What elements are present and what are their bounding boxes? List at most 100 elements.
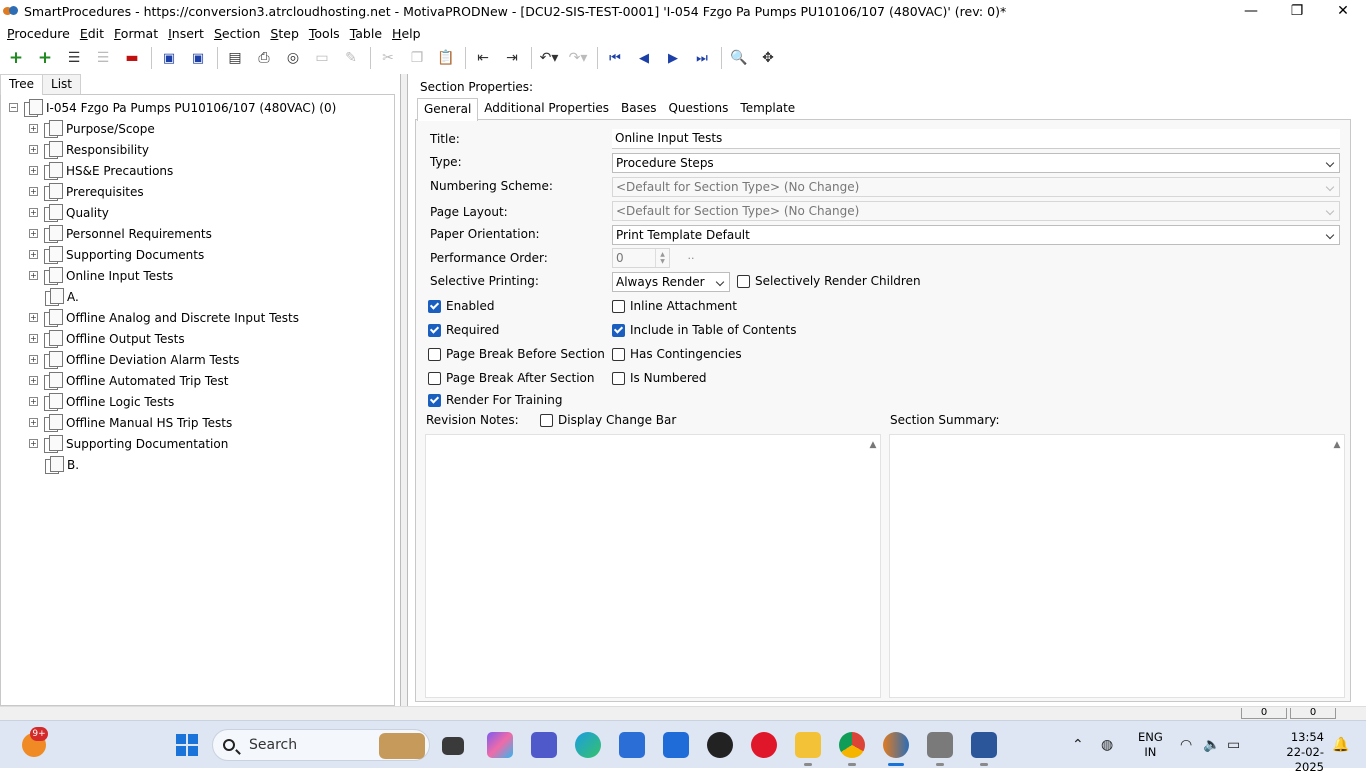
tree-root[interactable]: − I-054 Fzgo Pa Pumps PU10106/107 (480VA… (1, 97, 394, 118)
move-icon[interactable]: ✥ (756, 46, 780, 70)
volume-icon[interactable]: 🔈 (1203, 721, 1220, 769)
tree-node[interactable]: + Offline Manual HS Trip Tests (1, 412, 394, 433)
expand-icon[interactable]: + (29, 418, 38, 427)
find-replace-icon[interactable]: 🔍 (727, 46, 751, 70)
next-icon[interactable]: ▶ (661, 46, 685, 70)
menu-table[interactable]: Table (346, 26, 386, 41)
tab-tree[interactable]: Tree (0, 74, 44, 95)
expand-icon[interactable]: + (29, 313, 38, 322)
selectively-render-children-checkbox[interactable]: Selectively Render Children (737, 274, 921, 288)
display-change-bar-checkbox[interactable]: Display Change Bar (540, 413, 676, 427)
expand-icon[interactable]: + (29, 208, 38, 217)
expand-icon[interactable]: + (29, 376, 38, 385)
performance-order-stepper[interactable]: 0 ▲ ▼ (612, 248, 670, 268)
menu-tools[interactable]: Tools (305, 26, 344, 41)
page-layout-select[interactable]: <Default for Section Type> (No Change) (612, 201, 1340, 221)
remote-desktop-icon[interactable] (927, 732, 953, 758)
section-summary-textarea[interactable]: ▲ (889, 434, 1345, 698)
is-numbered-checkbox[interactable]: Is Numbered (612, 371, 707, 385)
add-section-icon[interactable]: + (4, 46, 28, 70)
tree-node[interactable]: + Supporting Documents (1, 244, 394, 265)
title-field[interactable]: Online Input Tests (612, 129, 1340, 149)
dell-icon[interactable] (707, 732, 733, 758)
undo-icon[interactable]: ↶▾ (537, 46, 561, 70)
has-contingencies-checkbox[interactable]: Has Contingencies (612, 347, 742, 361)
menu-edit[interactable]: Edit (76, 26, 108, 41)
page-break-after-checkbox[interactable]: Page Break After Section (428, 371, 594, 385)
scroll-up-icon[interactable]: ▲ (866, 435, 880, 455)
close-button[interactable]: ✕ (1320, 0, 1366, 22)
tree-node[interactable]: B. (1, 454, 394, 475)
tree-node[interactable]: + Supporting Documentation (1, 433, 394, 454)
tree-node[interactable]: + Quality (1, 202, 394, 223)
copilot-icon[interactable] (487, 732, 513, 758)
paste-icon[interactable]: 📋 (434, 46, 458, 70)
expand-icon[interactable]: + (29, 124, 38, 133)
indent-icon[interactable]: ⇥ (500, 46, 524, 70)
expand-icon[interactable]: + (29, 229, 38, 238)
wifi-icon[interactable]: ◠ (1180, 721, 1192, 769)
tab-bases[interactable]: Bases (615, 98, 662, 120)
expand-icon[interactable]: + (29, 439, 38, 448)
clock[interactable]: 13:54 22-02-2025 (1258, 730, 1324, 775)
tree-node[interactable]: + Offline Analog and Discrete Input Tests (1, 307, 394, 328)
first-icon[interactable]: ⏮ (603, 46, 627, 70)
pane-splitter[interactable] (400, 74, 408, 706)
expand-icon[interactable]: + (29, 271, 38, 280)
expand-icon[interactable]: + (29, 334, 38, 343)
smartprocedures-taskbar-icon[interactable] (883, 732, 909, 758)
frame-icon[interactable]: ▭ (310, 46, 334, 70)
tree-node-selected[interactable]: + Online Input Tests (1, 265, 394, 286)
numbering-scheme-select[interactable]: <Default for Section Type> (No Change) (612, 177, 1340, 197)
teams-icon[interactable] (531, 732, 557, 758)
taskbar-search[interactable]: Search (212, 729, 430, 761)
print-icon[interactable]: ⎙ (252, 46, 276, 70)
tab-general[interactable]: General (417, 98, 479, 121)
enabled-checkbox[interactable]: Enabled (428, 299, 495, 313)
required-checkbox[interactable]: Required (428, 323, 499, 337)
tree-node[interactable]: + Responsibility (1, 139, 394, 160)
tab-list[interactable]: List (42, 74, 81, 94)
save-icon[interactable]: ▣ (186, 46, 210, 70)
expand-icon[interactable]: + (29, 397, 38, 406)
previous-icon[interactable]: ◀ (632, 46, 656, 70)
include-toc-checkbox[interactable]: Include in Table of Contents (612, 323, 796, 337)
task-view-icon[interactable] (442, 737, 464, 755)
link-icon[interactable]: ◎ (281, 46, 305, 70)
revision-notes-textarea[interactable]: ▲ (425, 434, 881, 698)
outline-icon[interactable]: ☰ (91, 46, 115, 70)
language-indicator[interactable]: ENG IN (1138, 730, 1163, 760)
notifications-icon[interactable]: 🔔 (1332, 721, 1349, 769)
properties-icon[interactable]: ☰ (62, 46, 86, 70)
opera-icon[interactable] (751, 732, 777, 758)
menu-procedure[interactable]: Procedure (3, 26, 74, 41)
store-icon[interactable] (619, 732, 645, 758)
menu-section[interactable]: Section (210, 26, 264, 41)
chrome-icon[interactable] (839, 732, 865, 758)
tab-additional-properties[interactable]: Additional Properties (478, 98, 615, 120)
delete-icon[interactable]: ▬ (120, 46, 144, 70)
tree-node[interactable]: + Prerequisites (1, 181, 394, 202)
tree-node[interactable]: + Offline Automated Trip Test (1, 370, 394, 391)
expand-icon[interactable]: + (29, 145, 38, 154)
outdent-icon[interactable]: ⇤ (471, 46, 495, 70)
vpn-icon[interactable]: ◍ (1101, 721, 1113, 769)
minimize-button[interactable]: — (1228, 0, 1274, 22)
page-break-before-checkbox[interactable]: Page Break Before Section (428, 347, 605, 361)
tab-template[interactable]: Template (734, 98, 801, 120)
performance-order-more-button[interactable]: .. (682, 249, 700, 267)
menu-format[interactable]: Format (110, 26, 162, 41)
tree-node[interactable]: + Offline Output Tests (1, 328, 394, 349)
tree-node[interactable]: + Offline Logic Tests (1, 391, 394, 412)
expand-icon[interactable]: + (29, 166, 38, 175)
print-preview-icon[interactable]: ▤ (223, 46, 247, 70)
menu-insert[interactable]: Insert (164, 26, 208, 41)
tree-node[interactable]: + HS&E Precautions (1, 160, 394, 181)
tree-node[interactable]: + Offline Deviation Alarm Tests (1, 349, 394, 370)
tree-node[interactable]: + Purpose/Scope (1, 118, 394, 139)
render-for-training-checkbox[interactable]: Render For Training (428, 393, 562, 407)
menu-step[interactable]: Step (266, 26, 302, 41)
paper-orientation-select[interactable]: Print Template Default (612, 225, 1340, 245)
battery-icon[interactable]: ▭ (1227, 721, 1240, 769)
selective-printing-select[interactable]: Always Render (612, 272, 730, 292)
